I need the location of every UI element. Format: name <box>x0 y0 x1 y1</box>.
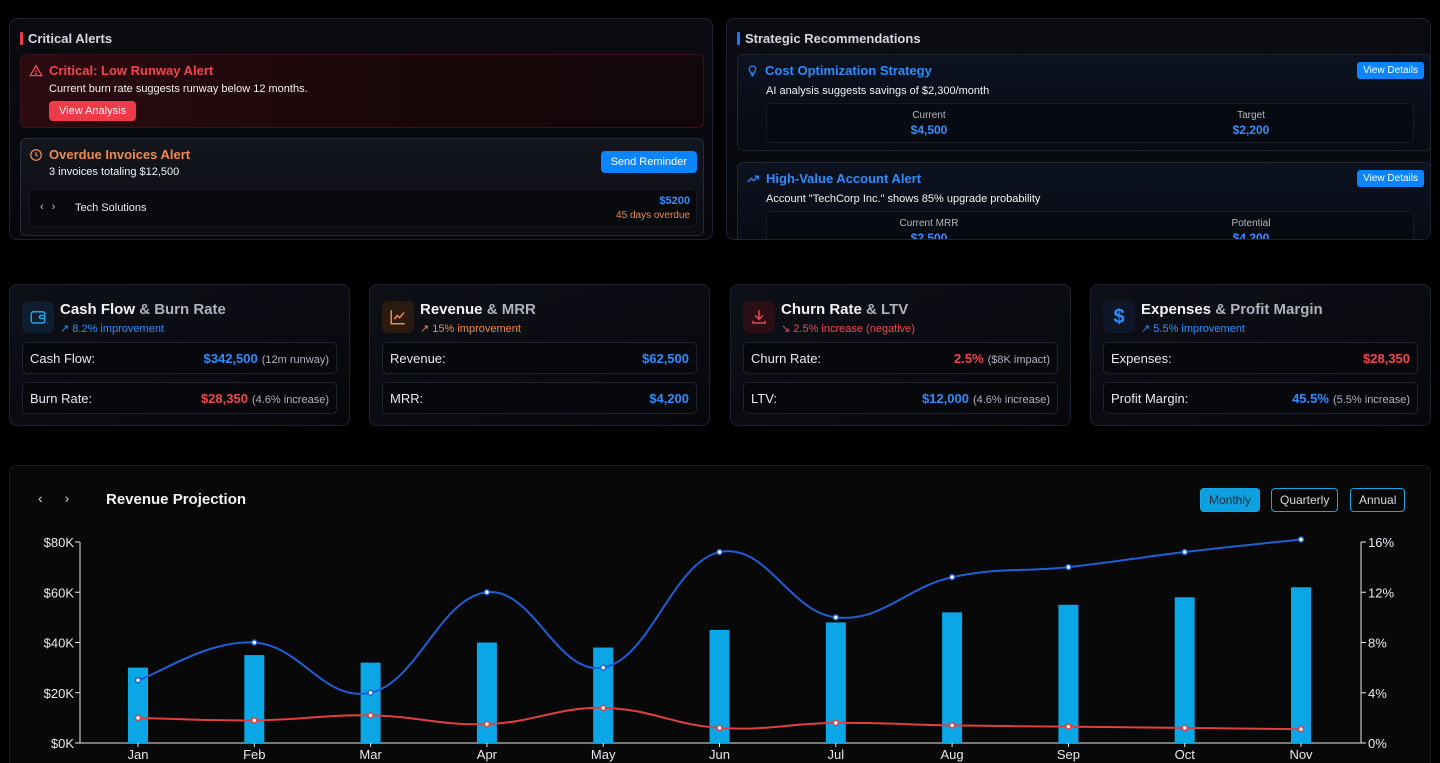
rate-point <box>251 717 258 724</box>
left-tick-label: $0K <box>51 736 74 751</box>
right-tick-label: 0% <box>1368 736 1387 751</box>
bar <box>1058 604 1079 743</box>
x-tick-label: Jan <box>128 747 149 762</box>
x-tick-label: Mar <box>359 747 382 762</box>
rate-point <box>1181 724 1188 732</box>
x-tick-label: Jun <box>709 747 730 762</box>
x-tick-label: Aug <box>941 747 964 762</box>
rate-point <box>948 722 956 729</box>
bar <box>476 642 497 743</box>
left-tick-label: $20K <box>44 686 75 701</box>
left-tick-label: $60K <box>44 585 75 600</box>
x-tick-label: May <box>591 747 616 762</box>
x-tick-label: Feb <box>243 747 265 762</box>
projection-point <box>1181 548 1188 556</box>
projection-point <box>134 676 142 684</box>
projection-point <box>367 689 374 696</box>
bar <box>593 647 614 743</box>
bar <box>1291 587 1311 743</box>
left-tick-label: $40K <box>44 636 75 651</box>
projection-point <box>251 639 258 646</box>
bar <box>360 662 381 743</box>
projection-point <box>1065 563 1072 571</box>
rate-point <box>1297 725 1305 733</box>
right-tick-label: 4% <box>1368 686 1387 701</box>
projection-point <box>1297 536 1305 543</box>
rate-point <box>367 712 374 719</box>
x-tick-label: Oct <box>1175 747 1196 762</box>
projection-point <box>716 548 723 556</box>
rate-point <box>599 704 607 712</box>
x-tick-label: Sep <box>1057 747 1080 762</box>
left-tick-label: $80K <box>44 535 75 550</box>
bar <box>244 655 265 743</box>
projection-point <box>832 614 840 621</box>
rate-point <box>134 714 142 722</box>
x-tick-label: Apr <box>477 747 498 762</box>
right-tick-label: 12% <box>1368 585 1394 600</box>
rate-point <box>832 719 840 727</box>
right-tick-label: 8% <box>1368 636 1387 651</box>
bar <box>1174 597 1195 743</box>
rate-point <box>1065 723 1072 730</box>
right-tick-label: 16% <box>1368 535 1394 550</box>
projection-point <box>599 664 607 671</box>
x-tick-label: Jul <box>827 747 844 762</box>
projection-point <box>948 573 956 581</box>
x-tick-label: Nov <box>1289 747 1313 762</box>
rate-point <box>483 720 491 728</box>
rate-point <box>716 724 723 732</box>
revenue-projection-chart: $0K $20K $40K $60K $80K 0% 4% 8% 12% 16% Jan Feb Mar… <box>44 535 1395 762</box>
projection-point <box>483 589 491 596</box>
